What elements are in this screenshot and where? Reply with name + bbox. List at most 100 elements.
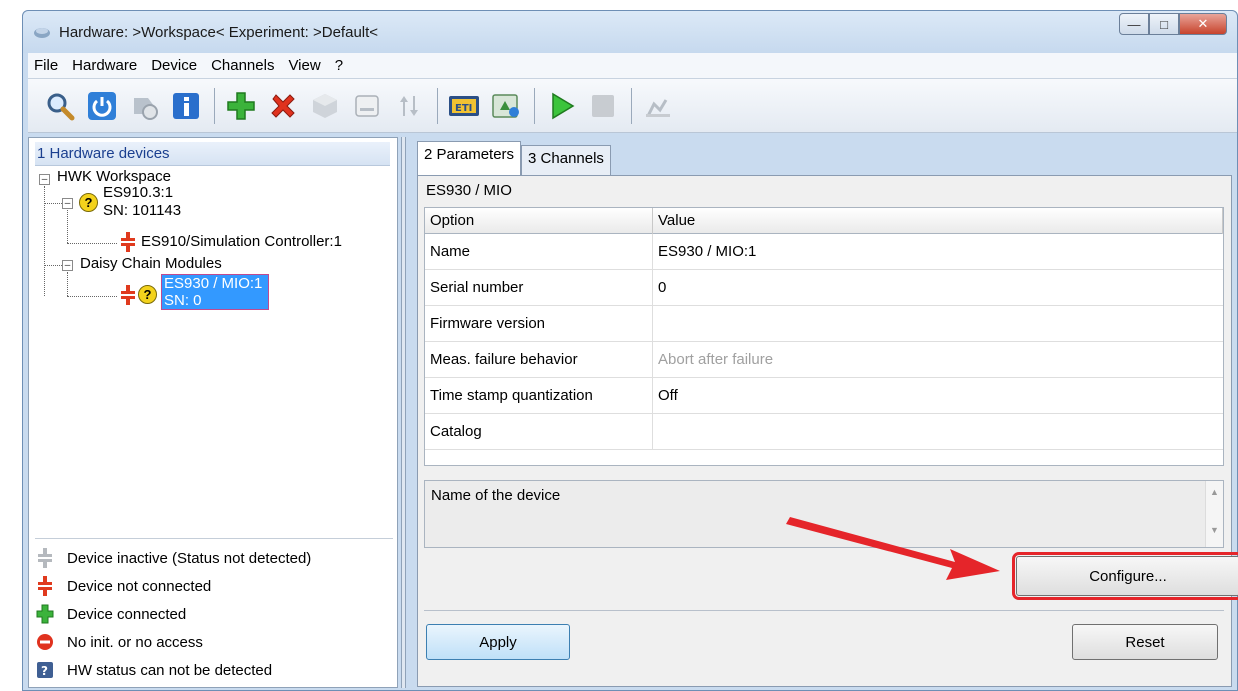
export-button[interactable] <box>640 88 676 124</box>
tree-node-daisy-chain-modules[interactable]: Daisy Chain Modules <box>80 255 222 272</box>
export-icon <box>646 98 670 117</box>
value-cell: Abort after failure <box>658 351 774 368</box>
window-controls: — □ ✕ <box>1119 13 1227 35</box>
tab-bar: 2 Parameters 3 Channels <box>417 141 611 175</box>
value-cell[interactable]: ES930 / MIO:1 <box>653 243 756 260</box>
delete-icon <box>271 93 295 118</box>
value-cell[interactable]: 0 <box>653 279 666 296</box>
divider <box>424 610 1224 611</box>
calibrate-button[interactable]: ETI <box>446 88 482 124</box>
option-cell: Catalog <box>425 414 653 449</box>
status-legend: Device inactive (Status not detected) De… <box>35 538 393 684</box>
minimize-button[interactable]: — <box>1119 13 1149 35</box>
table-row[interactable]: Name ES930 / MIO:1 <box>425 234 1223 270</box>
table-row[interactable]: Catalog <box>425 414 1223 450</box>
main-window: Hardware: >Workspace< Experiment: >Defau… <box>22 10 1238 691</box>
refresh-button[interactable] <box>488 88 524 124</box>
tree-node-hwk-workspace[interactable]: HWK Workspace <box>57 168 171 185</box>
add-button[interactable] <box>223 88 259 124</box>
device-not-connected-icon <box>121 232 135 252</box>
parameters-panel: 2 Parameters 3 Channels ES930 / MIO Opti… <box>415 141 1238 688</box>
tree-node-es930-selected[interactable]: ES930 / MIO:1 SN: 0 <box>161 274 270 310</box>
legend-label: HW status can not be detected <box>67 661 273 679</box>
menu-channels[interactable]: Channels <box>211 57 274 74</box>
menu-help[interactable]: ? <box>335 57 343 74</box>
menu-hardware[interactable]: Hardware <box>72 57 137 74</box>
tree-line <box>67 210 68 243</box>
power-icon <box>88 91 116 120</box>
toolbar-separator <box>534 87 535 124</box>
stop-button[interactable] <box>585 88 621 124</box>
pane-splitter[interactable] <box>401 137 406 688</box>
description-box: Name of the device ▲ ▼ <box>424 480 1224 548</box>
legend-item: Device connected <box>35 603 186 625</box>
search-icon <box>47 93 75 120</box>
power-button[interactable] <box>84 88 120 124</box>
legend-label: Device connected <box>67 605 187 623</box>
toolbar-separator <box>631 87 632 124</box>
device-not-connected-icon <box>38 576 52 596</box>
tab-channels[interactable]: 3 Channels <box>521 145 611 175</box>
column-header-value[interactable]: Value <box>653 208 1223 234</box>
unknown-status-icon: ? <box>37 662 53 678</box>
tab-parameters[interactable]: 2 Parameters <box>417 141 522 175</box>
table-row[interactable]: Meas. failure behavior Abort after failu… <box>425 342 1223 378</box>
tree-node-es910-serial[interactable]: SN: 101143 <box>103 202 181 219</box>
svg-text:?: ? <box>41 664 48 678</box>
info-icon <box>173 92 199 119</box>
refresh-icon <box>492 93 519 118</box>
unknown-status-icon: ? <box>138 285 157 304</box>
device-not-connected-icon <box>121 285 135 305</box>
menu-device[interactable]: Device <box>151 57 197 74</box>
option-cell: Meas. failure behavior <box>425 342 653 377</box>
cube-button[interactable] <box>307 88 343 124</box>
tree-node-simulation-controller[interactable]: ES910/Simulation Controller:1 <box>141 233 342 250</box>
hardware-devices-panel: 1 Hardware devices – HWK Workspace – ? E… <box>28 137 398 688</box>
play-button[interactable] <box>543 88 579 124</box>
grid-header: Option Value <box>425 208 1223 234</box>
table-row[interactable]: Firmware version <box>425 306 1223 342</box>
column-header-option[interactable]: Option <box>425 208 653 234</box>
tree-expander-es910[interactable]: – <box>62 198 73 209</box>
menu-view[interactable]: View <box>288 57 320 74</box>
minimize-icon: — <box>1127 16 1141 32</box>
legend-item: No init. or no access <box>35 631 203 653</box>
table-row[interactable]: Time stamp quantization Off <box>425 378 1223 414</box>
menu-file[interactable]: File <box>34 57 58 74</box>
apply-button[interactable]: Apply <box>426 624 570 660</box>
hardware-devices-title: 1 Hardware devices <box>37 145 170 162</box>
id-card-button[interactable] <box>349 88 385 124</box>
unknown-status-icon: ? <box>79 193 98 212</box>
legend-label: Device not connected <box>67 577 212 595</box>
close-button[interactable]: ✕ <box>1179 13 1227 35</box>
value-cell[interactable]: Off <box>653 387 678 404</box>
tree-line <box>44 265 62 266</box>
delete-button[interactable] <box>265 88 301 124</box>
search-button[interactable] <box>42 88 78 124</box>
title-bar[interactable]: Hardware: >Workspace< Experiment: >Defau… <box>23 11 1237 53</box>
tree-node-es930-name: ES930 / MIO:1 <box>164 275 263 292</box>
sort-button[interactable] <box>391 88 427 124</box>
scroll-down-icon[interactable]: ▼ <box>1206 525 1223 535</box>
reset-button[interactable]: Reset <box>1072 624 1218 660</box>
maximize-button[interactable]: □ <box>1149 13 1179 35</box>
svg-text:ETI: ETI <box>455 103 472 114</box>
menu-bar: File Hardware Device Channels View ? <box>28 53 1237 79</box>
tree-node-es910-name[interactable]: ES910.3:1 <box>103 184 173 201</box>
legend-item: Device not connected <box>35 575 211 597</box>
legend-item: Device inactive (Status not detected) <box>35 547 311 569</box>
legend-item: ? HW status can not be detected <box>35 659 272 681</box>
configure-button[interactable]: Configure... <box>1016 556 1238 596</box>
hardware-devices-header[interactable]: 1 Hardware devices <box>35 142 390 166</box>
disconnect-button[interactable] <box>126 88 162 124</box>
scroll-up-icon[interactable]: ▲ <box>1206 487 1223 497</box>
tree-expander-root[interactable]: – <box>39 174 50 185</box>
table-row[interactable]: Serial number 0 <box>425 270 1223 306</box>
device-title: ES930 / MIO <box>426 182 512 199</box>
option-cell: Time stamp quantization <box>425 378 653 413</box>
tree-expander-daisy-chain[interactable]: – <box>62 260 73 271</box>
info-button[interactable] <box>168 88 204 124</box>
description-scrollbar[interactable]: ▲ ▼ <box>1205 481 1223 547</box>
device-connected-icon <box>36 604 54 624</box>
tree-line <box>67 243 117 244</box>
